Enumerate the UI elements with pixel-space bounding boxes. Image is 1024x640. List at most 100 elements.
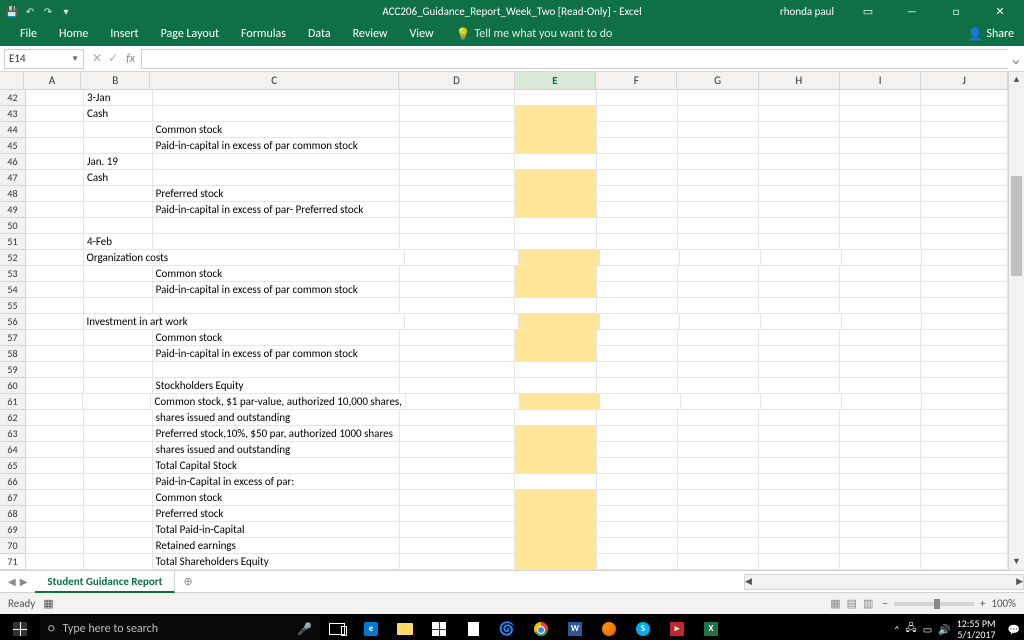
cell[interactable] [26,186,84,202]
cell[interactable] [26,394,83,410]
cell[interactable] [597,138,678,154]
cell[interactable] [84,122,153,138]
row-header[interactable]: 60 [0,378,26,394]
skype-icon[interactable]: S [626,614,660,640]
row-header[interactable]: 54 [0,282,26,298]
cell[interactable] [921,202,1008,218]
cell[interactable] [921,554,1008,570]
cell[interactable] [84,506,153,522]
cell[interactable] [153,218,401,234]
cell[interactable] [400,266,515,282]
cell[interactable] [759,522,840,538]
row-header[interactable]: 64 [0,442,26,458]
pdf-icon[interactable]: ▸ [660,614,694,640]
cell[interactable] [678,426,759,442]
cell[interactable] [84,442,153,458]
cell[interactable] [840,234,921,250]
cell[interactable] [400,154,515,170]
cell[interactable] [678,362,759,378]
cell[interactable]: shares issued and outstanding [153,442,401,458]
redo-icon[interactable]: ↷ [42,5,54,17]
view-buttons[interactable]: ▦▤▥ [827,597,876,610]
col-header-I[interactable]: I [840,72,921,89]
row-header[interactable]: 45 [0,138,26,154]
edge-icon[interactable]: e [354,614,388,640]
cell[interactable]: Cash [84,170,153,186]
cell[interactable] [678,458,759,474]
cell[interactable] [519,250,600,266]
sheet-nav-next-icon[interactable]: ▶ [20,575,28,588]
cell[interactable] [515,506,596,522]
cell[interactable] [597,282,678,298]
cell[interactable]: Common stock [153,490,401,506]
cell[interactable] [153,298,401,314]
cell[interactable] [678,202,759,218]
cell[interactable] [26,426,84,442]
cell[interactable] [400,90,515,106]
cell[interactable] [678,346,759,362]
cell[interactable] [597,106,678,122]
cell[interactable] [759,186,840,202]
scroll-up-icon[interactable]: ▲ [1009,72,1024,88]
cell[interactable] [400,426,515,442]
cell[interactable] [840,474,921,490]
cell[interactable]: Investment in art work [84,314,160,330]
cell[interactable] [678,538,759,554]
col-header-E[interactable]: E [515,72,596,89]
row-header[interactable]: 49 [0,202,26,218]
cell[interactable] [678,378,759,394]
horizontal-scrollbar[interactable]: ◀ ▶ [744,574,1024,590]
cell[interactable] [921,282,1008,298]
cell[interactable] [761,314,842,330]
cell[interactable] [597,346,678,362]
cell[interactable] [921,186,1008,202]
cell[interactable] [921,522,1008,538]
row-header[interactable]: 61 [0,394,26,410]
cell[interactable] [921,138,1008,154]
cell[interactable] [680,314,761,330]
row-header[interactable]: 47 [0,170,26,186]
cell[interactable]: 4-Feb [84,234,153,250]
cell[interactable] [84,554,153,570]
cell[interactable] [84,378,153,394]
cell[interactable] [515,522,596,538]
cell[interactable] [921,346,1008,362]
cell[interactable] [84,362,153,378]
network-icon[interactable]: 🖧 [906,621,917,638]
cell[interactable] [515,266,596,282]
cell[interactable] [840,490,921,506]
cell[interactable] [400,474,515,490]
save-icon[interactable]: 💾 [6,5,18,17]
col-header-C[interactable]: C [150,72,399,89]
cell[interactable] [26,378,84,394]
cell[interactable] [26,154,84,170]
cell[interactable] [26,90,84,106]
cell[interactable] [597,506,678,522]
row-header[interactable]: 71 [0,554,26,570]
cell[interactable] [400,170,515,186]
zoom-in-icon[interactable]: + [980,597,985,610]
cell[interactable] [921,506,1008,522]
cell[interactable] [515,202,596,218]
cell[interactable] [515,410,596,426]
cell[interactable] [515,346,596,362]
cell[interactable] [515,554,596,570]
cell[interactable] [26,410,84,426]
cell[interactable] [759,122,840,138]
cell[interactable] [759,458,840,474]
fx-icon[interactable]: fx [126,52,141,66]
row-header[interactable]: 53 [0,266,26,282]
document-icon[interactable] [456,614,490,640]
cell[interactable] [400,330,515,346]
cell[interactable]: Stockholders Equity [153,378,401,394]
row-header[interactable]: 46 [0,154,26,170]
cell[interactable] [84,138,153,154]
cell[interactable] [515,458,596,474]
cell[interactable] [26,346,84,362]
cell[interactable] [678,122,759,138]
cell[interactable]: Common stock [153,266,401,282]
cell[interactable] [597,218,678,234]
cell[interactable] [759,474,840,490]
cell[interactable] [840,282,921,298]
cell[interactable] [597,554,678,570]
